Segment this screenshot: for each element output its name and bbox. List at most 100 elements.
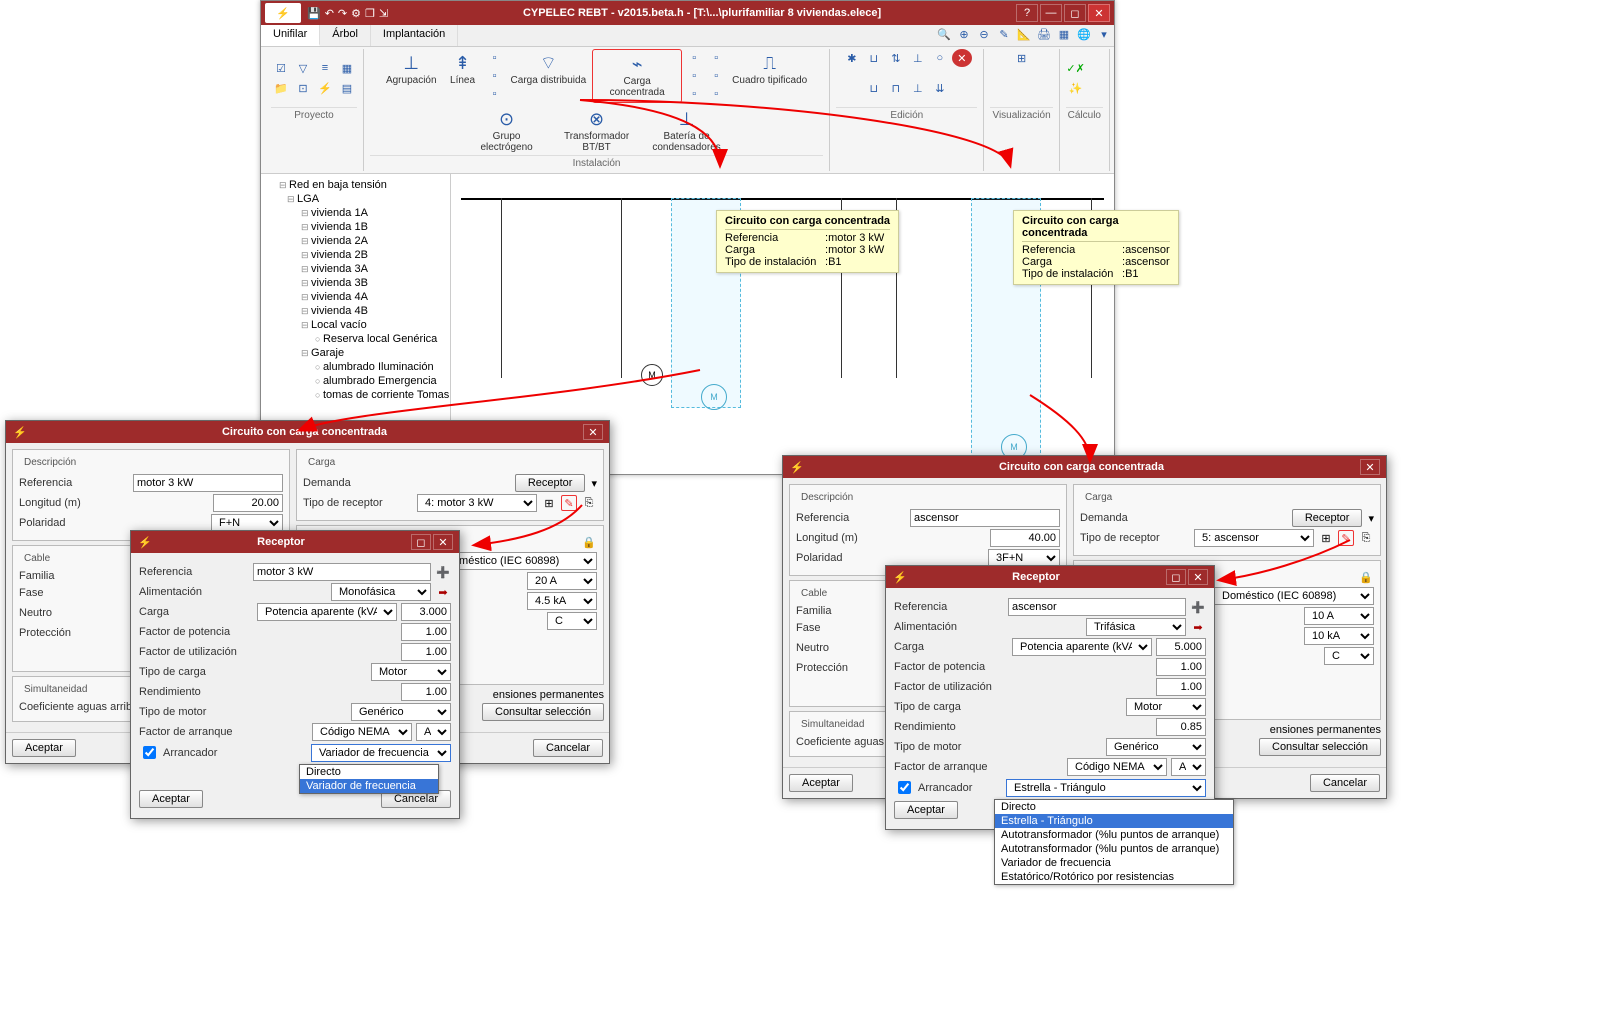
minimize-icon[interactable]: —	[1040, 4, 1062, 22]
rend-input[interactable]	[1156, 718, 1206, 736]
tree-leaf[interactable]: alumbrado Emergencia	[265, 374, 446, 388]
toolbar-icon[interactable]: ▦	[1054, 25, 1074, 43]
tree-node[interactable]: vivienda 4B	[265, 304, 446, 318]
ribbon-icon[interactable]: ≡	[315, 59, 335, 77]
ka-select[interactable]: 4.5 kA	[527, 592, 597, 610]
fp-input[interactable]	[1156, 658, 1206, 676]
ribbon-icon[interactable]: ▫	[684, 85, 704, 103]
tipo-receptor-select[interactable]: 5: ascensor	[1194, 529, 1314, 547]
referencia-input[interactable]	[133, 474, 283, 492]
ribbon-icon[interactable]: ✱	[842, 49, 862, 67]
btn-bateria[interactable]: ⊥Batería de condensadores	[643, 105, 731, 155]
alimentacion-select[interactable]: Monofásica	[331, 583, 431, 601]
ribbon-icon[interactable]: ⊓	[886, 79, 906, 97]
ka-select[interactable]: 10 kA	[1304, 627, 1374, 645]
tree-node[interactable]: Garaje	[265, 346, 446, 360]
edit-icon[interactable]: ✎	[1338, 530, 1354, 546]
rend-input[interactable]	[401, 683, 451, 701]
tipo-carga-select[interactable]: Motor	[371, 663, 451, 681]
arrancador-select[interactable]: Variador de frecuencia	[311, 744, 451, 762]
maximize-icon[interactable]: ◻	[1064, 4, 1086, 22]
cancelar-button[interactable]: Cancelar	[1310, 774, 1380, 792]
toolbar-icon[interactable]: 🔍	[934, 25, 954, 43]
btn-transformador[interactable]: ⊗Transformador BT/BT	[553, 105, 641, 155]
carga-input[interactable]	[1156, 638, 1206, 656]
toolbar-icon[interactable]: ⊕	[954, 25, 974, 43]
c-select[interactable]: C	[1324, 647, 1374, 665]
ribbon-icon[interactable]: ▫	[485, 49, 505, 67]
import-icon[interactable]: ➕	[1190, 599, 1206, 615]
ribbon-icon[interactable]: ▫	[706, 67, 726, 85]
toolbar-icon[interactable]: ⊖	[974, 25, 994, 43]
aceptar-button[interactable]: Aceptar	[894, 801, 958, 819]
qat-icon[interactable]: ⇲	[379, 7, 388, 20]
dropdown-option[interactable]: Variador de frecuencia	[300, 779, 438, 793]
domestico-select[interactable]: Doméstico (IEC 60898)	[1214, 587, 1374, 605]
fu-input[interactable]	[401, 643, 451, 661]
tab-arbol[interactable]: Árbol	[320, 25, 371, 46]
dropdown-option[interactable]: Estrella - Triángulo	[995, 814, 1233, 828]
tree-node[interactable]: Local vacío	[265, 318, 446, 332]
ribbon-icon[interactable]: ▫	[684, 49, 704, 67]
arrancador-check[interactable]	[143, 746, 156, 759]
toolbar-icon[interactable]: 🖨	[1034, 25, 1054, 43]
aceptar-button[interactable]: Aceptar	[139, 790, 203, 808]
domestico-select[interactable]: Doméstico (IEC 60898)	[437, 552, 597, 570]
qat-icon[interactable]: ❐	[365, 7, 375, 20]
btn-grupo[interactable]: ⊙Grupo electrógeno	[463, 105, 551, 155]
ribbon-icon[interactable]: ⊥	[908, 49, 928, 67]
arrancador-check[interactable]	[898, 781, 911, 794]
aceptar-button[interactable]: Aceptar	[789, 774, 853, 792]
tree-node[interactable]: LGA	[265, 192, 446, 206]
ribbon-icon[interactable]: ⊥	[908, 79, 928, 97]
carga-input[interactable]	[401, 603, 451, 621]
btn-carga-distribuida[interactable]: ⌔Carga distribuida	[507, 49, 591, 103]
nema-select[interactable]: Código NEMA	[312, 723, 412, 741]
receptor-button[interactable]: Receptor	[1292, 509, 1363, 527]
tree-node[interactable]: vivienda 3A	[265, 262, 446, 276]
help-icon[interactable]: ?	[1016, 4, 1038, 22]
close-icon[interactable]: ✕	[433, 534, 453, 550]
ribbon-icon[interactable]: ○	[930, 49, 950, 67]
nema-select[interactable]: Código NEMA	[1067, 758, 1167, 776]
ribbon-icon[interactable]: ▫	[706, 49, 726, 67]
tipo-motor-select[interactable]: Genérico	[351, 703, 451, 721]
amp-select[interactable]: 10 A	[1304, 607, 1374, 625]
tree-leaf[interactable]: tomas de corriente Tomas	[265, 388, 446, 402]
toolbar-icon[interactable]: ✎	[994, 25, 1014, 43]
arrancador-select[interactable]: Estrella - Triángulo	[1006, 779, 1206, 797]
longitud-input[interactable]	[213, 494, 283, 512]
close-icon[interactable]: ✕	[1360, 459, 1380, 475]
ribbon-icon[interactable]: 📁	[271, 79, 291, 97]
alimentacion-select[interactable]: Trifásica	[1086, 618, 1186, 636]
referencia-input[interactable]	[910, 509, 1060, 527]
amp-select[interactable]: 20 A	[527, 572, 597, 590]
import-icon[interactable]: ➕	[435, 564, 451, 580]
tipo-carga-select[interactable]: Motor	[1126, 698, 1206, 716]
tree-node[interactable]: vivienda 2B	[265, 248, 446, 262]
ribbon-icon[interactable]: ▤	[337, 79, 357, 97]
receptor-button[interactable]: Receptor	[515, 474, 586, 492]
btn-linea[interactable]: ⇞Línea	[443, 49, 483, 103]
ribbon-icon[interactable]: ⊔	[864, 79, 884, 97]
tree-node[interactable]: vivienda 1B	[265, 220, 446, 234]
tree-node[interactable]: vivienda 3B	[265, 276, 446, 290]
fp-input[interactable]	[401, 623, 451, 641]
dropdown-option[interactable]: Autotransformador (%lu puntos de arranqu…	[995, 828, 1233, 842]
tree-node[interactable]: Red en baja tensión	[265, 178, 446, 192]
ref-input[interactable]	[253, 563, 431, 581]
toolbar-icon[interactable]: 🌐	[1074, 25, 1094, 43]
fu-input[interactable]	[1156, 678, 1206, 696]
qat-redo-icon[interactable]: ↷	[338, 7, 347, 20]
ribbon-icon[interactable]: ✨	[1066, 79, 1086, 97]
dropdown-option[interactable]: Estatórico/Rotórico por resistencias	[995, 870, 1233, 884]
add-icon[interactable]: ⊞	[1318, 530, 1334, 546]
tree-node[interactable]: vivienda 2A	[265, 234, 446, 248]
lock-icon[interactable]: 🔒	[581, 534, 597, 550]
add-icon[interactable]: ⊞	[541, 495, 557, 511]
arrancador-dropdown[interactable]: Directo Variador de frecuencia	[299, 764, 439, 794]
ribbon-icon[interactable]: ☑	[271, 59, 291, 77]
btn-agrupacion[interactable]: ⊥Agrupación	[382, 49, 441, 103]
ribbon-icon[interactable]: ⇅	[886, 49, 906, 67]
nema-code-select[interactable]: A	[1171, 758, 1206, 776]
